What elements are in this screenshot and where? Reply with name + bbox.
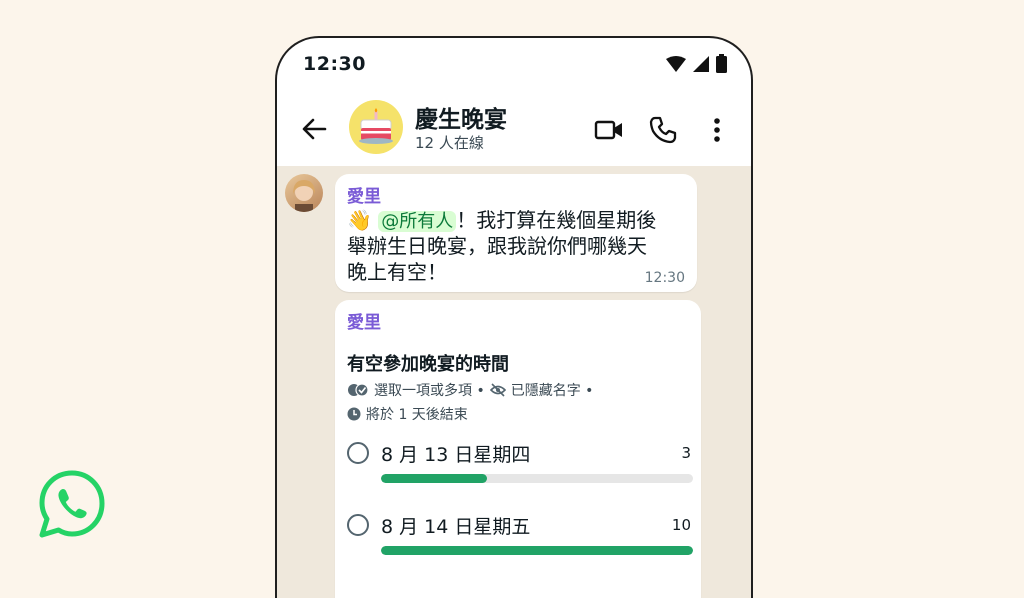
poll-option-count: 3 [681,444,691,462]
sender-name: 愛里 [347,187,381,207]
status-icons [666,54,727,73]
message-bubble[interactable]: 愛里 👋 @所有人 ！我打算在幾個星期後 舉辦生日晚宴，跟我說你們哪幾天 晚上有空… [335,174,697,292]
poll-option-label[interactable]: 8 月 14 日星期五 [381,512,530,539]
message-text-1: ！我打算在幾個星期後 [456,208,657,232]
poll-option-bar [381,546,693,555]
chat-header: 慶生晚宴 12 人在線 [277,94,751,166]
sender-avatar[interactable] [285,174,323,212]
poll-end-time: 將於 1 天後結束 [366,407,468,423]
poll-meta-row: 選取一項或多項 • 已隱藏名字 • [347,380,593,400]
poll-select-mode: 選取一項或多項 • [374,383,485,399]
poll-names-hidden: 已隱藏名字 • [510,383,594,399]
mention-everyone[interactable]: @所有人 [378,211,457,232]
wifi-icon [666,55,686,72]
whatsapp-logo-icon [39,470,105,538]
phone-frame: 12:30 慶生晚宴 12 人在線 愛里 👋 @所有人 ！我打算在幾個星期後 舉… [275,36,753,598]
poll-option-radio[interactable] [347,514,369,536]
more-options-icon[interactable] [701,114,733,146]
poll-option-radio[interactable] [347,442,369,464]
chat-title[interactable]: 慶生晚宴 [415,100,507,134]
poll-option-bar-fill [381,474,488,483]
poll-sender-name: 愛里 [347,313,381,333]
back-arrow-icon[interactable] [299,114,329,144]
poll-option-bar [381,474,693,483]
message-time: 12:30 [644,270,685,286]
poll-option-label[interactable]: 8 月 13 日星期四 [381,440,530,467]
poll-title: 有空參加晚宴的時間 [347,354,509,375]
message-line-2: 舉辦生日晚宴，跟我說你們哪幾天 [347,234,647,258]
poll-end-row: 將於 1 天後結束 [347,404,468,424]
birthday-cake-icon [359,108,393,144]
voice-call-icon[interactable] [647,114,679,146]
double-check-icon [348,383,369,397]
message-line-3: 晚上有空！ [347,260,447,284]
signal-icon [693,55,709,72]
battery-icon [716,54,727,73]
waving-hand-icon: 👋 [347,208,372,232]
clock-icon [347,407,361,421]
status-time: 12:30 [303,53,366,75]
eye-slash-icon [489,383,506,397]
chat-area: 愛里 👋 @所有人 ！我打算在幾個星期後 舉辦生日晚宴，跟我說你們哪幾天 晚上有空… [277,166,751,598]
poll-bubble: 愛里 有空參加晚宴的時間 選取一項或多項 • 已隱藏名字 • 將於 1 天後結束 [335,300,701,598]
status-bar: 12:30 [277,38,751,92]
online-count: 12 人在線 [415,134,484,152]
poll-option-count: 10 [671,516,691,534]
poll-option-bar-fill [381,546,693,555]
sender-photo-icon [293,180,315,212]
group-avatar[interactable] [349,100,403,154]
message-line-1: 👋 @所有人 ！我打算在幾個星期後 [347,208,656,234]
video-call-icon[interactable] [593,114,625,146]
